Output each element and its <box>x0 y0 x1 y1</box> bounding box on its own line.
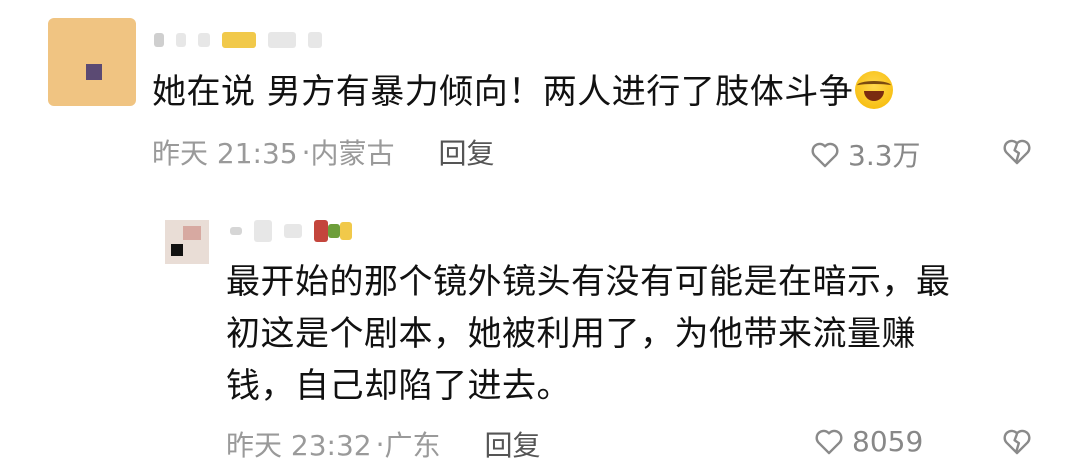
dislike-button[interactable] <box>1000 134 1034 172</box>
dislike-button[interactable] <box>1000 424 1034 462</box>
reply-item: 最开始的那个镜外镜头有没有可能是在暗示，最 初这是个剧本，她被利用了，为他带来流… <box>0 200 1080 470</box>
like-count: 3.3万 <box>848 139 921 172</box>
like-button[interactable]: 3.3万 <box>808 134 921 174</box>
comment-thread: 她在说 男方有暴力倾向！两人进行了肢体斗争 昨天 21:35 · 内蒙古 回复 … <box>0 0 1080 470</box>
comment-meta: 昨天 23:32 · 广东 回复 <box>226 424 541 464</box>
comment-item: 她在说 男方有暴力倾向！两人进行了肢体斗争 昨天 21:35 · 内蒙古 回复 … <box>0 0 1080 200</box>
meta-separator: · <box>301 135 311 169</box>
broken-heart-icon <box>1003 429 1031 455</box>
username-blur-block <box>268 32 296 48</box>
heart-outline-icon <box>811 142 839 168</box>
laughing-crying-face-icon <box>855 71 894 109</box>
comment-text-content: 她在说 男方有暴力倾向！两人进行了肢体斗争 <box>152 72 854 112</box>
username-blur-block <box>328 224 340 238</box>
comment-location: 广东 <box>384 429 441 462</box>
heart-outline-icon <box>815 429 843 455</box>
avatar-pixel <box>183 226 201 240</box>
username-blur-block <box>222 32 256 48</box>
username-blurred[interactable] <box>230 216 352 246</box>
avatar-pixel <box>86 64 102 80</box>
username-blur-block <box>254 220 272 242</box>
reply-button[interactable]: 回复 <box>485 424 541 464</box>
username-blurred[interactable] <box>154 28 322 52</box>
comment-time: 昨天 23:32 <box>226 429 372 462</box>
username-blur-block <box>176 33 186 47</box>
comment-text: 她在说 男方有暴力倾向！两人进行了肢体斗争 <box>152 66 1032 118</box>
meta-separator: · <box>375 427 385 461</box>
comment-time: 昨天 21:35 <box>152 137 298 170</box>
username-blur-block <box>308 32 322 48</box>
username-blur-block <box>198 33 210 47</box>
comment-text: 最开始的那个镜外镜头有没有可能是在暗示，最 初这是个剧本，她被利用了，为他带来流… <box>226 262 951 406</box>
avatar-pixel <box>171 244 183 256</box>
username-blur-block <box>284 224 302 238</box>
reply-button[interactable]: 回复 <box>439 132 495 172</box>
comment-meta: 昨天 21:35 · 内蒙古 回复 <box>152 132 495 172</box>
username-blur-block <box>154 33 164 47</box>
username-blur-block <box>230 227 242 235</box>
username-blur-block <box>340 222 352 240</box>
username-blur-block <box>314 220 328 242</box>
like-button[interactable]: 8059 <box>812 424 923 458</box>
broken-heart-icon <box>1003 139 1031 165</box>
avatar[interactable] <box>165 220 209 264</box>
comment-location: 内蒙古 <box>310 137 395 170</box>
avatar[interactable] <box>48 18 136 106</box>
like-count: 8059 <box>852 424 924 458</box>
